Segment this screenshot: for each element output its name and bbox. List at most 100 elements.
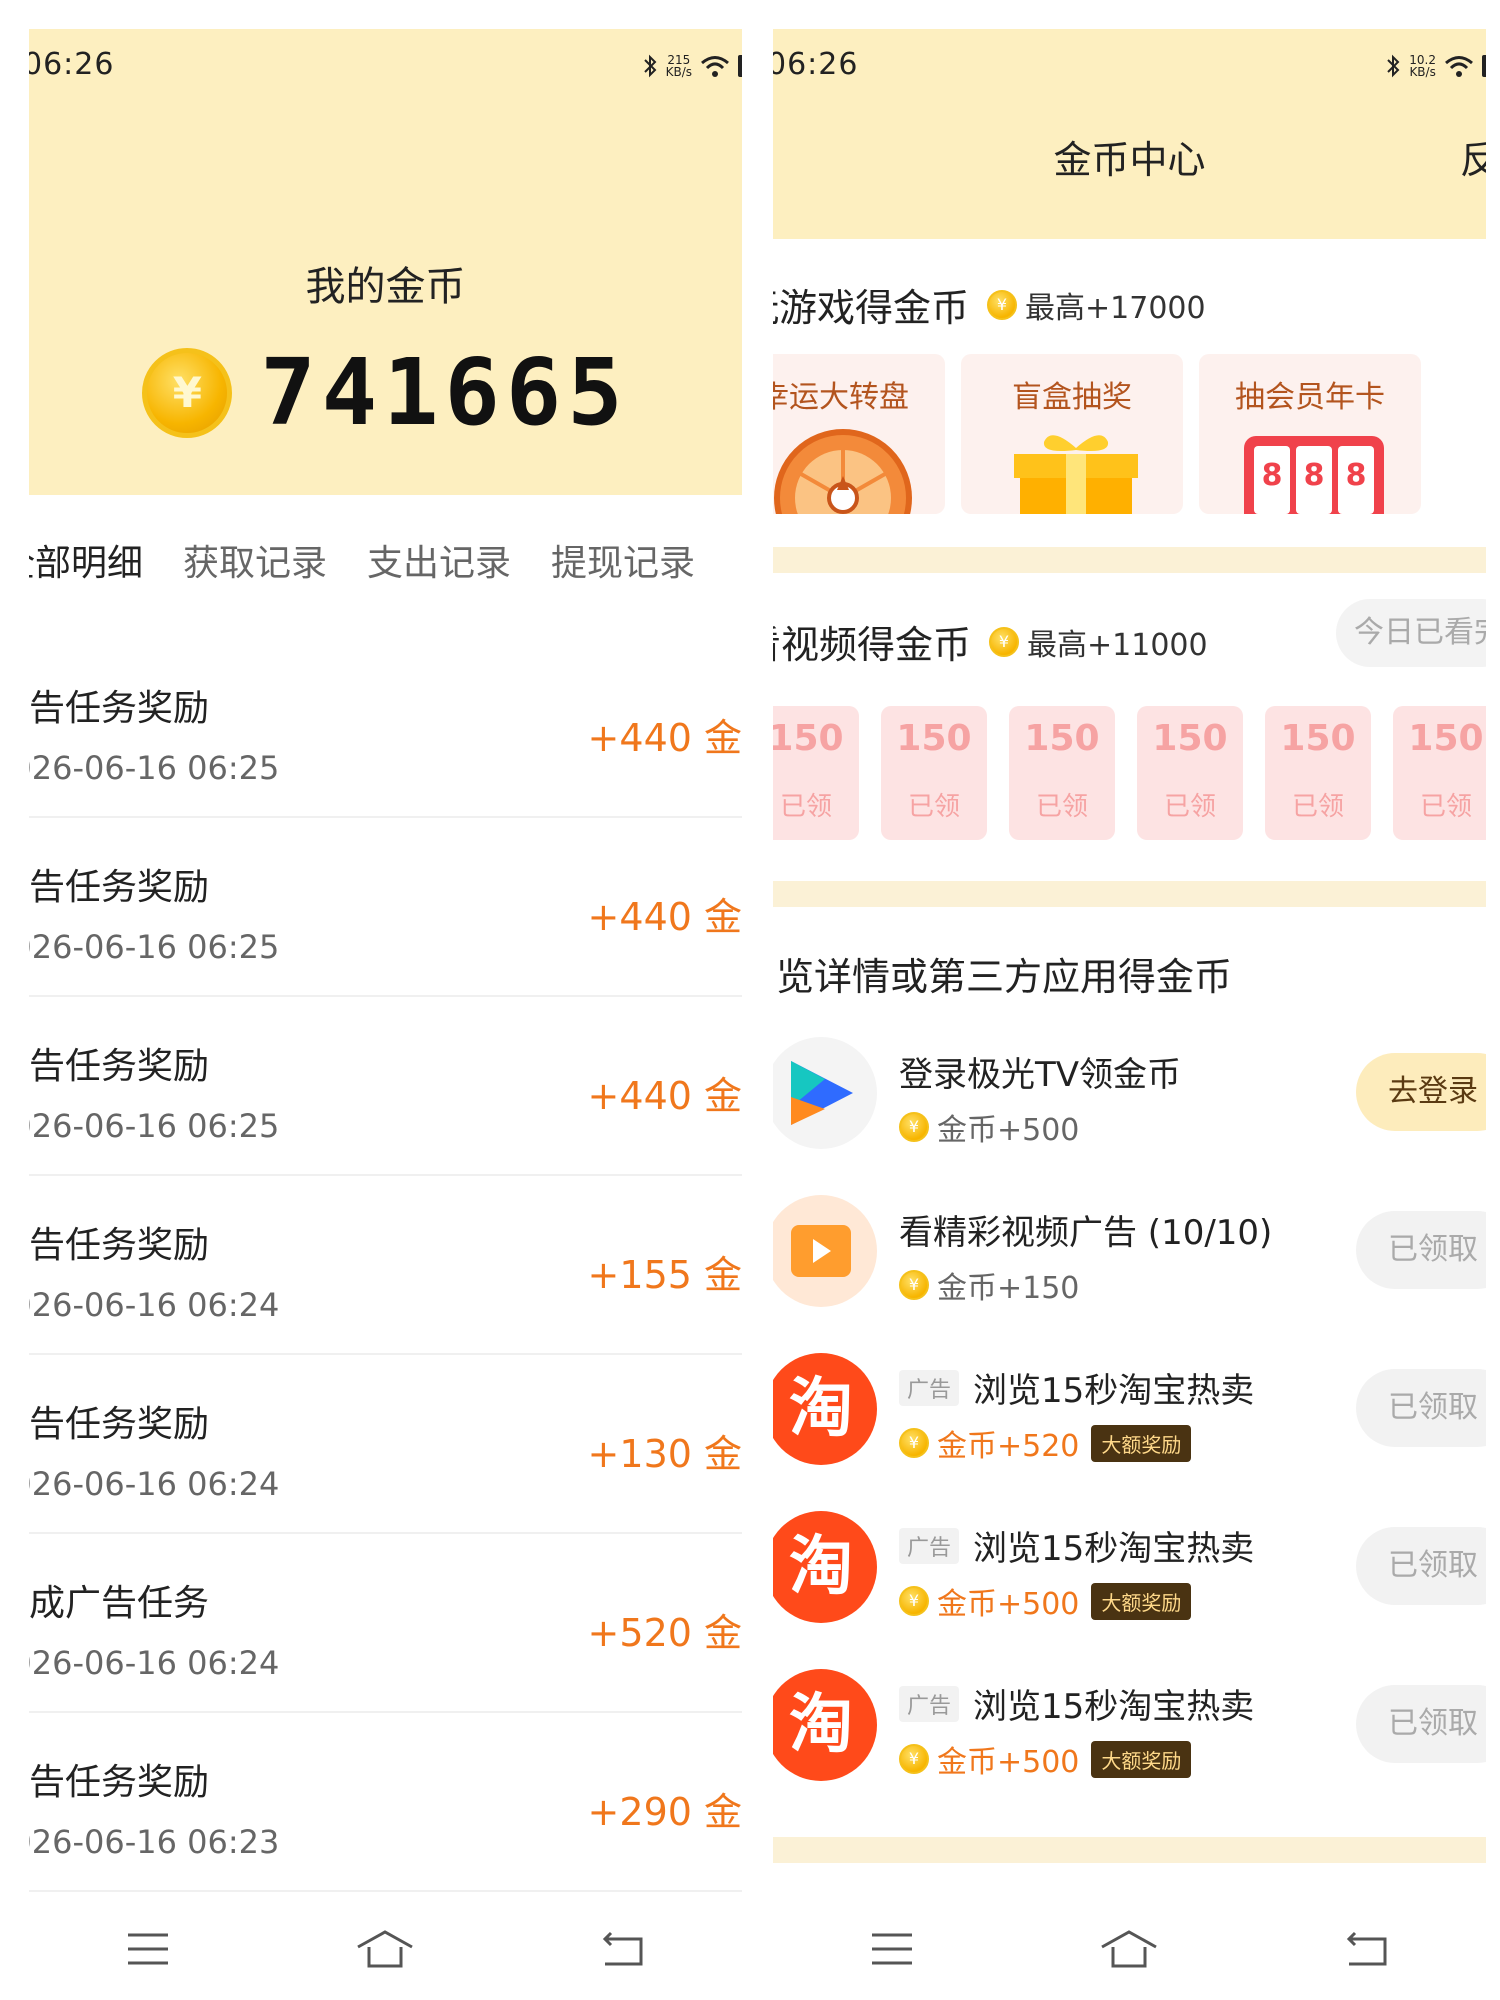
task-reward: ¥ 金币+500 bbox=[899, 1105, 1079, 1149]
video-max-reward: 最高+11000 bbox=[1027, 627, 1208, 663]
games-max-reward: 最高+17000 bbox=[1025, 290, 1206, 326]
section-divider bbox=[773, 1837, 1486, 1863]
task-name: 广告 浏览15秒淘宝热卖 bbox=[899, 1521, 1254, 1570]
claimed-button[interactable]: 已领取 bbox=[1356, 1369, 1486, 1447]
record-amount: +155 金币 bbox=[587, 1253, 742, 1297]
my-coins-title: 我的金币 bbox=[305, 264, 466, 310]
coin-icon: ¥ bbox=[899, 1428, 929, 1458]
video-reward-row: 150 已领 150 已领 150 已领 150 已领 150 已领 150 已领 bbox=[773, 706, 1486, 840]
coin-icon: ¥ bbox=[899, 1586, 929, 1616]
bluetooth-icon bbox=[1387, 54, 1400, 78]
system-nav-bar bbox=[773, 1909, 1486, 1989]
game-blind-box[interactable]: 盲盒抽奖 bbox=[961, 354, 1183, 514]
record-list: 广告任务奖励 2026-06-16 06:25 +440 金币 广告任务奖励 2… bbox=[29, 639, 742, 1892]
tab-all-details[interactable]: 全部明细 bbox=[29, 534, 143, 586]
coin-center-header: 06:26 10.2 KB/s 金币中心 反 bbox=[773, 29, 1486, 239]
back-icon[interactable] bbox=[593, 1924, 653, 1974]
task-name: 广告 浏览15秒淘宝热卖 bbox=[899, 1363, 1254, 1412]
network-speed: 215 KB/s bbox=[665, 53, 692, 79]
wheel-icon bbox=[774, 429, 912, 514]
record-date: 2026-06-16 06:23 bbox=[29, 1823, 280, 1861]
task-reward: ¥ 金币+520 大额奖励 bbox=[899, 1421, 1192, 1465]
bluetooth-icon bbox=[643, 54, 657, 78]
jiguang-tv-icon bbox=[773, 1037, 877, 1149]
task-row: 淘 广告 浏览15秒淘宝热卖 ¥ 金币+500 大额奖励 已领取 bbox=[773, 1503, 1486, 1633]
task-reward: ¥ 金币+150 bbox=[899, 1263, 1079, 1307]
video-reward-card[interactable]: 150 已领 bbox=[1009, 706, 1115, 840]
section-divider bbox=[773, 547, 1486, 573]
coin-icon: ¥ bbox=[899, 1744, 929, 1774]
header-right-action[interactable]: 反 bbox=[1460, 129, 1486, 184]
menu-icon[interactable] bbox=[118, 1924, 178, 1974]
claimed-button[interactable]: 已领取 bbox=[1356, 1211, 1486, 1289]
coin-icon: ¥ bbox=[899, 1112, 929, 1142]
record-row: 广告任务奖励 2026-06-16 06:25 +440 金币 bbox=[29, 997, 742, 1176]
video-reward-card[interactable]: 150 已领 bbox=[1393, 706, 1486, 840]
record-row: 广告任务奖励 2026-06-16 06:23 +290 金币 bbox=[29, 1713, 742, 1892]
claimed-button[interactable]: 已领取 bbox=[1356, 1685, 1486, 1763]
record-date: 2026-06-16 06:25 bbox=[29, 749, 280, 787]
game-lucky-wheel[interactable]: 幸运大转盘 bbox=[773, 354, 945, 514]
ad-badge: 广告 bbox=[899, 1685, 960, 1722]
record-date: 2026-06-16 06:24 bbox=[29, 1286, 280, 1324]
coin-icon: ¥ bbox=[899, 1270, 929, 1300]
record-title: 广告任务奖励 bbox=[29, 1762, 210, 1803]
task-row: 登录极光TV领金币 ¥ 金币+500 去登录 bbox=[773, 1029, 1486, 1159]
task-name: 看精彩视频广告 (10/10) bbox=[899, 1213, 1273, 1253]
game-vip-card[interactable]: 抽会员年卡 8 8 8 bbox=[1199, 354, 1421, 514]
task-reward: ¥ 金币+500 大额奖励 bbox=[899, 1579, 1192, 1623]
tab-withdraw-records[interactable]: 提现记录 bbox=[551, 534, 695, 586]
section-divider bbox=[773, 881, 1486, 907]
record-amount: +440 金币 bbox=[587, 1074, 742, 1118]
task-name: 广告 浏览15秒淘宝热卖 bbox=[899, 1679, 1254, 1728]
battery-icon bbox=[1482, 55, 1486, 77]
record-amount: +520 金币 bbox=[587, 1611, 742, 1655]
coin-detail-screen: 06:26 215KB/s 我的金币 ¥ 741665 全部明细 获取记录 支出… bbox=[29, 29, 742, 2000]
video-reward-card[interactable]: 150 已领 bbox=[773, 706, 859, 840]
page-title: 金币中心 bbox=[1053, 138, 1206, 182]
record-date: 2026-06-16 06:25 bbox=[29, 928, 280, 966]
back-icon[interactable] bbox=[1337, 1924, 1397, 1974]
video-play-icon bbox=[773, 1195, 877, 1307]
record-row: 广告任务奖励 2026-06-16 06:25 +440 金币 bbox=[29, 818, 742, 997]
record-title: 完成广告任务 bbox=[29, 1583, 210, 1624]
record-title: 广告任务奖励 bbox=[29, 1404, 210, 1445]
status-bar: 06:26 215 KB/s bbox=[29, 29, 742, 99]
task-reward: ¥ 金币+500 大额奖励 bbox=[899, 1737, 1192, 1781]
video-reward-card[interactable]: 150 已领 bbox=[881, 706, 987, 840]
tab-spend-records[interactable]: 支出记录 bbox=[367, 534, 511, 586]
record-date: 2026-06-16 06:24 bbox=[29, 1644, 280, 1682]
login-button[interactable]: 去登录 bbox=[1356, 1053, 1486, 1131]
record-row: 完成广告任务 2026-06-16 06:24 +520 金币 bbox=[29, 1534, 742, 1713]
coin-icon: ¥ bbox=[987, 289, 1018, 320]
video-reward-card[interactable]: 150 已领 bbox=[1137, 706, 1243, 840]
tab-earn-records[interactable]: 获取记录 bbox=[183, 534, 327, 586]
system-nav-bar bbox=[29, 1909, 742, 1989]
record-row: 广告任务奖励 2026-06-16 06:24 +155 金币 bbox=[29, 1176, 742, 1355]
status-time: 06:26 bbox=[29, 47, 115, 82]
record-amount: +290 金币 bbox=[587, 1790, 742, 1834]
video-section-title: 看视频得金币 ¥最高+11000 bbox=[773, 614, 1208, 669]
record-row: 广告任务奖励 2026-06-16 06:25 +440 金币 bbox=[29, 639, 742, 818]
wifi-icon bbox=[701, 56, 729, 77]
record-amount: +440 金币 bbox=[587, 895, 742, 939]
ad-badge: 广告 bbox=[899, 1369, 960, 1406]
battery-icon bbox=[738, 55, 742, 77]
record-date: 2026-06-16 06:25 bbox=[29, 1107, 280, 1145]
record-title: 广告任务奖励 bbox=[29, 688, 210, 729]
claimed-button[interactable]: 已领取 bbox=[1356, 1527, 1486, 1605]
menu-icon[interactable] bbox=[862, 1924, 922, 1974]
home-icon[interactable] bbox=[1099, 1924, 1159, 1974]
video-reward-card[interactable]: 150 已领 bbox=[1265, 706, 1371, 840]
taobao-icon: 淘 bbox=[773, 1353, 877, 1465]
gift-box-icon bbox=[1014, 435, 1138, 514]
record-amount: +440 金币 bbox=[587, 716, 742, 760]
record-amount: +130 金币 bbox=[587, 1432, 742, 1476]
task-row: 淘 广告 浏览15秒淘宝热卖 ¥ 金币+500 大额奖励 已领取 bbox=[773, 1661, 1486, 1791]
browse-section-title: 浏览详情或第三方应用得金币 bbox=[773, 955, 1233, 999]
big-reward-badge: 大额奖励 bbox=[1091, 1740, 1192, 1778]
today-watched-button[interactable]: 今日已看完 bbox=[1336, 599, 1486, 667]
record-date: 2026-06-16 06:24 bbox=[29, 1465, 280, 1503]
record-row: 广告任务奖励 2026-06-16 06:24 +130 金币 bbox=[29, 1355, 742, 1534]
home-icon[interactable] bbox=[355, 1924, 415, 1974]
